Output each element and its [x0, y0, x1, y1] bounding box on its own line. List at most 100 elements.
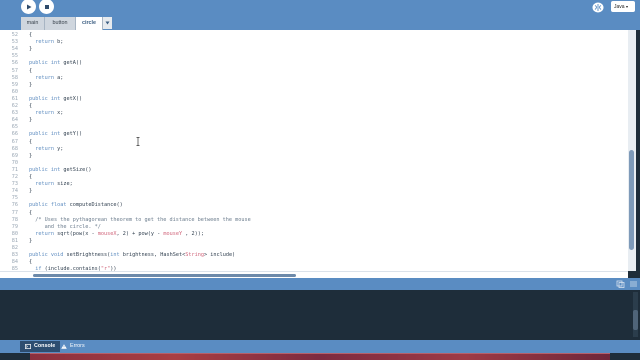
butterfly-icon — [592, 2, 604, 12]
code-line[interactable]: 72 { — [0, 174, 620, 181]
code-line[interactable]: 58 return a; — [0, 75, 620, 82]
line-number: 55 — [11, 53, 18, 60]
code-text: and the circle. */ — [29, 223, 101, 230]
code-text: } — [29, 46, 33, 53]
code-text: { — [29, 103, 33, 109]
console-scroll-thumb[interactable] — [633, 310, 638, 330]
line-number: 64 — [11, 117, 18, 124]
code-editor[interactable]: 52{53 return b; 54} 55 56 public int getA() 5… — [0, 30, 628, 271]
vertical-scroll-thumb[interactable] — [629, 150, 634, 250]
stop-icon — [44, 4, 49, 9]
line-number: 63 — [11, 110, 18, 117]
horizontal-scroll-thumb[interactable] — [33, 274, 296, 277]
line-number: 84 — [11, 259, 18, 266]
code-line[interactable]: 71 public int getSize() — [0, 167, 620, 174]
code-text: return sqrt(pow(x - mouseX, 2) + pow(y -… — [35, 230, 204, 237]
code-line[interactable]: 70 — [0, 160, 620, 167]
line-number: 52 — [11, 32, 18, 38]
code-text: return y; — [35, 145, 64, 152]
code-line[interactable]: 56 public int getA() — [0, 60, 620, 67]
code-text: } — [29, 188, 33, 195]
code-text: return size; — [35, 181, 73, 188]
tab-console[interactable]: Console — [20, 341, 61, 352]
code-line[interactable]: 64} — [0, 117, 620, 124]
code-text: { — [29, 174, 33, 180]
editor-vertical-scrollbar[interactable] — [628, 30, 636, 271]
code-line[interactable]: 65 — [0, 124, 620, 131]
code-line[interactable]: 76 public float computeDistance() — [0, 202, 620, 209]
run-button[interactable] — [21, 0, 36, 14]
code-text: } — [29, 81, 33, 88]
line-number: 73 — [11, 181, 18, 188]
code-line[interactable]: 74} — [0, 188, 620, 195]
tab-menu-button[interactable] — [103, 17, 112, 29]
line-number: 70 — [11, 159, 18, 166]
line-number: 65 — [11, 124, 18, 131]
code-line[interactable]: 55 — [0, 53, 620, 60]
code-line[interactable]: 53 return b; — [0, 39, 620, 46]
code-line[interactable]: 80 return sqrt(pow(x - mouseX, 2) + pow(… — [0, 231, 620, 238]
menu-icon[interactable] — [629, 280, 638, 288]
code-line[interactable]: 52 { — [0, 32, 620, 39]
line-number: 66 — [11, 131, 18, 138]
code-line[interactable]: 59} — [0, 82, 620, 89]
line-number: 53 — [11, 39, 18, 46]
code-line[interactable]: 75 — [0, 195, 620, 202]
code-line[interactable]: 81} — [0, 238, 620, 245]
code-line[interactable]: 69} — [0, 153, 620, 160]
code-line[interactable]: 66 public int getY() — [0, 131, 620, 138]
line-number: 77 — [11, 209, 18, 216]
tab-circle[interactable]: circle — [76, 17, 103, 30]
mode-label: Java — [614, 4, 625, 10]
code-text: { — [29, 138, 33, 145]
code-line[interactable]: 67 { — [0, 139, 620, 146]
code-line[interactable]: 62 { — [0, 103, 620, 110]
line-number: 57 — [11, 67, 18, 74]
tab-button[interactable]: button — [45, 17, 76, 30]
code-line[interactable]: 61 public int getX() — [0, 96, 620, 103]
code-line[interactable]: 78 /* Uses the pythagorean theorem to ge… — [0, 217, 620, 224]
line-number: 62 — [11, 103, 18, 109]
mode-select[interactable]: Java ▾ — [611, 1, 635, 12]
code-line[interactable]: 73 return size; — [0, 181, 620, 188]
code-text: public int getA() — [29, 60, 83, 67]
stop-button[interactable] — [39, 0, 54, 14]
line-number: 75 — [11, 195, 18, 202]
code-line[interactable]: 82 — [0, 245, 620, 252]
code-line[interactable]: 68 return y; — [0, 146, 620, 153]
warning-icon — [61, 344, 67, 349]
console-output[interactable] — [0, 290, 640, 340]
line-number: 59 — [11, 81, 18, 88]
tab-bar: main button circle — [0, 17, 640, 30]
console-icon — [25, 344, 31, 349]
line-number: 54 — [11, 46, 18, 53]
editor-horizontal-scrollbar[interactable] — [0, 271, 628, 278]
tab-main[interactable]: main — [21, 17, 45, 30]
line-number: 71 — [11, 166, 18, 173]
bottom-tab-bar: Console Errors — [0, 340, 640, 353]
console-scrollbar[interactable] — [633, 292, 638, 337]
code-text: public int getSize() — [29, 166, 92, 173]
line-number: 56 — [11, 60, 18, 67]
code-line[interactable]: 63 return x; — [0, 110, 620, 117]
code-line[interactable]: 77 { — [0, 210, 620, 217]
dock — [30, 353, 610, 360]
line-number: 69 — [11, 152, 18, 159]
line-number: 72 — [11, 174, 18, 180]
copy-icon[interactable] — [616, 280, 625, 288]
line-number: 81 — [11, 237, 18, 244]
tab-errors[interactable]: Errors — [61, 341, 85, 352]
code-line[interactable]: 84 { — [0, 259, 620, 266]
code-line[interactable]: 83 public void setBrightness(int brightne… — [0, 252, 620, 259]
code-line[interactable]: 79 and the circle. */ — [0, 224, 620, 231]
code-text: { — [29, 67, 33, 74]
chevron-down-icon: ▾ — [625, 4, 628, 9]
code-text: /* Uses the pythagorean theorem to get t… — [29, 216, 251, 223]
code-line[interactable]: 60 — [0, 89, 620, 96]
play-icon — [26, 4, 31, 9]
line-number: 67 — [11, 138, 18, 145]
code-line[interactable]: 57 { — [0, 68, 620, 75]
code-text: return x; — [35, 110, 64, 117]
mode-button[interactable] — [590, 0, 606, 14]
code-line[interactable]: 54} — [0, 46, 620, 53]
